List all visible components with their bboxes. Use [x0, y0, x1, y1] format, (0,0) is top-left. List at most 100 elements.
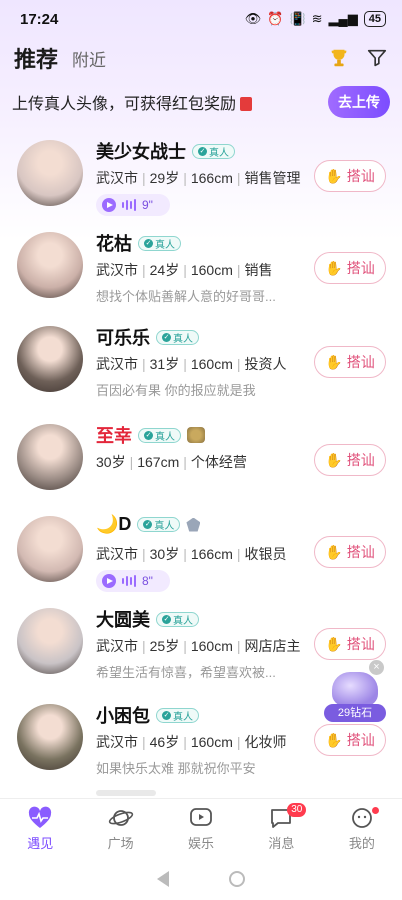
- verified-label: 真人: [173, 615, 193, 627]
- check-icon: ✓: [144, 430, 153, 440]
- greet-button[interactable]: ✋ 搭讪: [314, 346, 386, 378]
- user-info: 武汉市 | 25岁 | 160cm | 网店店主: [96, 638, 301, 654]
- wave-hand-icon: ✋: [325, 167, 343, 184]
- check-icon: ✓: [198, 146, 207, 156]
- heartbeat-icon: [26, 805, 54, 831]
- check-icon: ✓: [162, 332, 171, 342]
- user-job: 化妆师: [244, 734, 287, 750]
- user-info: 武汉市 | 31岁 | 160cm | 投资人: [96, 356, 287, 372]
- user-bio: 想找个体贴善解人意的好哥哥...: [96, 289, 276, 304]
- user-info: 武汉市 | 24岁 | 160cm | 销售: [96, 262, 273, 278]
- verified-badge: ✓ 真人: [156, 329, 199, 345]
- user-name: 美少女战士: [96, 142, 186, 162]
- user-city: 武汉市: [96, 356, 138, 372]
- play-icon: [102, 198, 116, 212]
- waveform-icon: [122, 199, 136, 211]
- user-age: 30岁: [149, 546, 180, 562]
- user-age: 31岁: [149, 356, 180, 372]
- red-packet-icon: [240, 97, 253, 111]
- user-age: 29岁: [149, 170, 180, 186]
- voice-duration: 8": [142, 574, 153, 588]
- tab-planet[interactable]: 广场: [80, 799, 160, 858]
- home-icon[interactable]: [229, 871, 245, 887]
- voice-intro[interactable]: 8": [96, 570, 170, 592]
- status-time: 17:24: [20, 10, 59, 28]
- user-age: 30岁: [96, 454, 126, 470]
- voice-intro[interactable]: 9": [96, 194, 170, 216]
- greet-button[interactable]: ✋ 搭讪: [314, 724, 386, 756]
- user-row[interactable]: 美少女战士 ✓ 真人 武汉市 | 29岁 | 166cm | 销售管理 9" ✋ 搭讪: [0, 130, 402, 222]
- medal-icon: [187, 427, 205, 443]
- check-icon: ✓: [162, 710, 171, 720]
- avatar[interactable]: [17, 326, 83, 392]
- user-job: 销售管理: [244, 170, 301, 186]
- tab-recommend[interactable]: 推荐: [14, 42, 58, 74]
- diamond-reward-widget[interactable]: × 29钻石: [322, 660, 388, 724]
- tab-play-box[interactable]: 娱乐: [161, 799, 241, 858]
- wave-hand-icon: ✋: [325, 353, 343, 370]
- check-icon: ✓: [162, 614, 171, 624]
- user-height: 166cm: [190, 546, 233, 562]
- user-job: 网店店主: [244, 638, 301, 654]
- vibrate-icon: 📳: [289, 11, 306, 26]
- filter-icon[interactable]: [366, 47, 388, 69]
- status-bar: 17:24 👁 ⏰ 📳 ≋ ▂▄▆ 45: [0, 0, 402, 38]
- tab-label: 广场: [107, 836, 134, 851]
- verified-label: 真人: [173, 711, 193, 723]
- user-age: 24岁: [149, 262, 180, 278]
- verified-badge: ✓ 真人: [137, 517, 181, 532]
- user-info: 30岁 | 167cm | 个体经营: [96, 454, 247, 470]
- avatar[interactable]: [17, 516, 83, 582]
- verified-badge: ✓ 真人: [138, 427, 181, 443]
- play-box-icon: [187, 805, 215, 831]
- user-job: 收银员: [244, 546, 287, 562]
- eye-icon: 👁: [244, 11, 262, 26]
- close-icon[interactable]: ×: [369, 660, 384, 675]
- banner-text: 上传真人头像，可获得红包奖励: [12, 90, 253, 114]
- greet-button[interactable]: ✋ 搭讪: [314, 160, 386, 192]
- avatar[interactable]: [17, 140, 83, 206]
- user-row[interactable]: 花枯 ✓ 真人武汉市 | 24岁 | 160cm | 销售 想找个体贴善解人意的好哥哥... ✋ 搭讪: [0, 222, 402, 314]
- user-bio: 希望生活有惊喜，希望喜欢被...: [96, 665, 276, 680]
- gem-icon: [186, 517, 201, 532]
- user-job: 销售: [244, 262, 273, 278]
- user-row[interactable]: 🌙D ✓ 真人 武汉市 | 30岁 | 166cm | 收银员 8" ✋ 搭讪: [0, 506, 402, 598]
- user-height: 166cm: [190, 170, 233, 186]
- greet-button[interactable]: ✋ 搭讪: [314, 444, 386, 476]
- user-age: 46岁: [149, 734, 180, 750]
- tab-profile[interactable]: 我的: [322, 799, 402, 858]
- next-row-peek: [96, 790, 156, 796]
- header: 推荐 附近: [0, 38, 402, 78]
- user-job: 个体经营: [190, 454, 247, 470]
- play-icon: [102, 574, 116, 588]
- user-name: 至幸: [96, 426, 132, 446]
- tab-chat[interactable]: 消息 30: [241, 799, 321, 858]
- tab-nearby[interactable]: 附近: [72, 46, 106, 71]
- greet-button[interactable]: ✋ 搭讪: [314, 628, 386, 660]
- avatar[interactable]: [17, 704, 83, 770]
- tab-heartbeat[interactable]: 遇见: [0, 799, 80, 858]
- avatar[interactable]: [17, 232, 83, 298]
- back-icon[interactable]: [157, 871, 169, 887]
- user-name: 小困包: [96, 706, 150, 726]
- verified-badge: ✓ 真人: [138, 235, 181, 251]
- avatar[interactable]: [17, 608, 83, 674]
- user-height: 160cm: [190, 638, 233, 654]
- trophy-icon[interactable]: [328, 47, 350, 69]
- upload-avatar-button[interactable]: 去上传: [328, 86, 390, 118]
- tab-label: 遇见: [27, 836, 54, 851]
- user-name: 花枯: [96, 234, 132, 254]
- user-row[interactable]: 至幸 ✓ 真人 30岁 | 167cm | 个体经营 ✋ 搭讪: [0, 414, 402, 506]
- user-info: 武汉市 | 46岁 | 160cm | 化妆师: [96, 734, 287, 750]
- greet-label: 搭讪: [346, 354, 375, 370]
- unread-badge: 30: [287, 803, 307, 817]
- greet-button[interactable]: ✋ 搭讪: [314, 536, 386, 568]
- user-height: 167cm: [137, 454, 180, 470]
- wave-hand-icon: ✋: [325, 543, 343, 560]
- wifi-icon: ≋: [311, 11, 323, 26]
- reward-label: 29钻石: [324, 704, 386, 722]
- avatar[interactable]: [17, 424, 83, 490]
- user-row[interactable]: 可乐乐 ✓ 真人 武汉市 | 31岁 | 160cm | 投资人 百因必有果 你的报应就是我 ✋ 搭讪: [0, 316, 402, 408]
- greet-button[interactable]: ✋ 搭讪: [314, 252, 386, 284]
- tab-label: 娱乐: [188, 836, 215, 851]
